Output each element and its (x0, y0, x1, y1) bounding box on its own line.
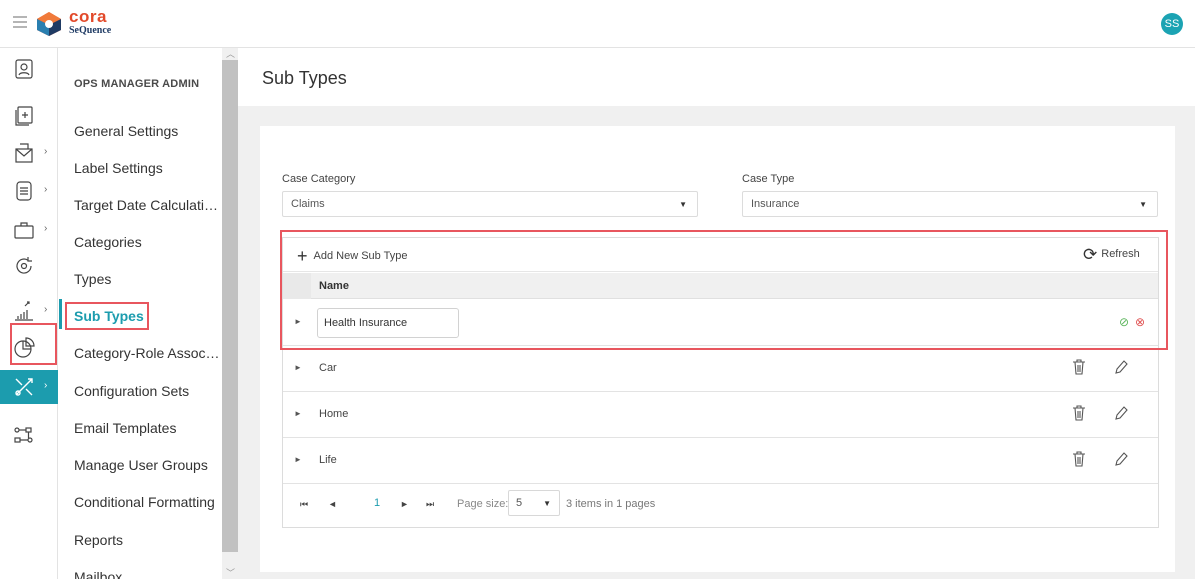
sidebar-highlight-outline (65, 302, 149, 330)
scroll-down-icon[interactable]: ﹀ (226, 566, 235, 579)
chevron-right-icon: › (44, 304, 48, 315)
expand-row-icon[interactable]: ► (294, 409, 302, 418)
previous-page-icon[interactable]: ◄ (328, 499, 337, 509)
rail-item-admin-tools[interactable]: › (0, 370, 58, 404)
page-size-value: 5 (516, 497, 523, 509)
inbox-tray-icon (15, 143, 33, 163)
user-avatar[interactable]: SS (1161, 13, 1183, 35)
case-type-label: Case Type (742, 173, 795, 185)
sync-cycle-icon (16, 257, 32, 274)
workflow-icon (14, 427, 33, 443)
top-bar: cora SeQuence SS (0, 0, 1195, 48)
logo-subtext: SeQuence (69, 25, 112, 36)
user-profile-icon (15, 59, 33, 79)
expand-row-icon[interactable]: ► (294, 455, 302, 464)
sidebar-item-manage-user-groups[interactable]: Manage User Groups (74, 457, 222, 473)
first-page-icon[interactable]: ⏮ (300, 499, 308, 510)
sidebar-item-mailbox[interactable]: Mailbox (74, 569, 222, 579)
sidebar-item-reports[interactable]: Reports (74, 532, 222, 548)
hamburger-menu-icon[interactable] (13, 16, 27, 28)
last-page-icon[interactable]: ⏭ (426, 499, 434, 510)
trash-icon[interactable] (1072, 359, 1086, 375)
next-page-icon[interactable]: ► (400, 499, 409, 509)
sidebar-active-indicator (59, 299, 62, 329)
row-name-cell: Life (319, 454, 337, 466)
pencil-edit-icon[interactable] (1114, 359, 1128, 375)
chevron-right-icon: › (44, 184, 48, 195)
chevron-right-icon: › (44, 380, 48, 391)
table-row: ► Car (283, 346, 1158, 392)
caret-down-icon: ▼ (543, 499, 551, 508)
sidebar-item-types[interactable]: Types (74, 271, 222, 287)
table-row: ► Home (283, 392, 1158, 438)
sidebar-item-category-role-association[interactable]: Category-Role Associa... (74, 345, 222, 361)
scroll-up-icon[interactable]: ︿ (226, 47, 235, 60)
sidebar-item-email-templates[interactable]: Email Templates (74, 420, 222, 436)
caret-down-icon: ▼ (679, 200, 687, 209)
rail-item-documents[interactable]: › (0, 174, 58, 208)
grid-pager: ⏮ ◄ 1 ► ⏭ Page size: 5 ▼ 3 items in 1 pa… (283, 484, 1158, 528)
current-page-number[interactable]: 1 (374, 497, 380, 509)
logo-text: cora (69, 7, 107, 26)
rail-item-new-case[interactable] (0, 99, 58, 133)
rail-item-work[interactable]: › (0, 213, 58, 247)
grid-highlight-outline (280, 230, 1168, 350)
tools-icon (15, 378, 33, 396)
add-document-icon (15, 106, 33, 126)
sidebar-item-target-date-calculation[interactable]: Target Date Calculatio... (74, 197, 222, 213)
rail-item-sync[interactable] (0, 249, 58, 283)
case-type-value: Insurance (751, 198, 800, 210)
pencil-edit-icon[interactable] (1114, 451, 1128, 467)
icon-rail: › › › › › (0, 48, 58, 579)
row-name-cell: Car (319, 362, 337, 374)
pencil-edit-icon[interactable] (1114, 405, 1128, 421)
sidebar-item-configuration-sets[interactable]: Configuration Sets (74, 383, 222, 399)
sidebar-scrollbar-thumb[interactable] (222, 60, 238, 552)
sidebar-item-categories[interactable]: Categories (74, 234, 222, 250)
row-name-cell: Home (319, 408, 349, 420)
rail-highlight-outline (10, 323, 57, 365)
sidebar-item-general-settings[interactable]: General Settings (74, 123, 222, 139)
trash-icon[interactable] (1072, 405, 1086, 421)
rail-item-inbox[interactable]: › (0, 136, 58, 170)
chevron-right-icon: › (44, 223, 48, 234)
page-header: Sub Types (238, 48, 1195, 106)
table-row: ► Life (283, 438, 1158, 484)
page-size-select[interactable]: 5 ▼ (508, 490, 560, 516)
trash-icon[interactable] (1072, 451, 1086, 467)
expand-row-icon[interactable]: ► (294, 363, 302, 372)
pager-info: 3 items in 1 pages (566, 498, 656, 510)
bar-chart-icon (15, 301, 33, 321)
document-list-icon (16, 181, 32, 201)
briefcase-icon (14, 222, 34, 239)
caret-down-icon: ▼ (1139, 200, 1147, 209)
chevron-right-icon: › (44, 146, 48, 157)
page-size-label: Page size: (457, 498, 509, 510)
sidebar-item-label-settings[interactable]: Label Settings (74, 160, 222, 176)
case-category-select[interactable]: Claims ▼ (282, 191, 698, 217)
sidebar-item-conditional-formatting[interactable]: Conditional Formatting (74, 494, 222, 510)
page-title: Sub Types (262, 68, 347, 88)
rail-item-profile[interactable] (0, 52, 58, 86)
case-category-value: Claims (291, 198, 325, 210)
sidebar-title: OPS MANAGER ADMIN (74, 78, 200, 90)
cora-logo-icon (37, 12, 61, 36)
case-category-label: Case Category (282, 173, 356, 185)
case-type-select[interactable]: Insurance ▼ (742, 191, 1158, 217)
rail-item-workflow[interactable] (0, 418, 58, 452)
app-logo: cora SeQuence (69, 8, 111, 36)
